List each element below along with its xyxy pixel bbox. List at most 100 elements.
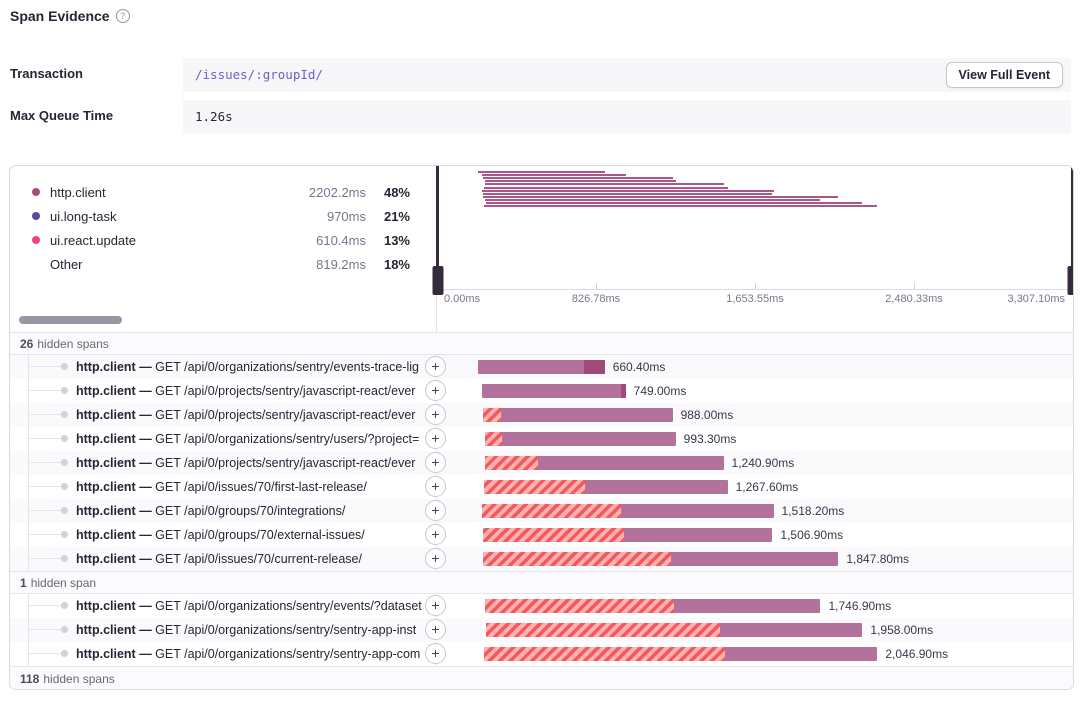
viewport-handle-right[interactable] bbox=[1071, 166, 1074, 289]
legend-duration: 970ms bbox=[286, 209, 366, 224]
expand-span-button[interactable]: + bbox=[425, 476, 446, 497]
span-bar[interactable] bbox=[482, 504, 774, 518]
span-description: GET /api/0/issues/70/current-release/ bbox=[155, 552, 362, 566]
minimap-span-bar bbox=[485, 180, 676, 182]
legend-name: Other bbox=[50, 257, 286, 272]
expand-span-button[interactable]: + bbox=[425, 619, 446, 640]
span-row-left: http.client — GET /api/0/projects/sentry… bbox=[10, 403, 437, 427]
expand-span-button[interactable]: + bbox=[425, 524, 446, 545]
span-op: http.client — bbox=[76, 384, 155, 398]
horizontal-scrollbar[interactable] bbox=[19, 316, 122, 324]
span-bar[interactable] bbox=[483, 408, 673, 422]
span-bar[interactable] bbox=[483, 552, 838, 566]
tree-connector-line bbox=[28, 390, 64, 391]
expand-span-button[interactable]: + bbox=[425, 428, 446, 449]
span-description: GET /api/0/organizations/sentry/users/?p… bbox=[155, 432, 419, 446]
expand-span-button[interactable]: + bbox=[425, 548, 446, 569]
viewport-handle-right-grip[interactable] bbox=[1067, 266, 1074, 295]
help-icon[interactable]: ? bbox=[116, 9, 130, 23]
minimap-span-bar bbox=[485, 199, 821, 201]
tree-node-dot-icon bbox=[61, 602, 68, 609]
span-bar[interactable] bbox=[484, 647, 878, 661]
minimap-bars[interactable] bbox=[437, 166, 1073, 289]
span-timeline-cell: 1,267.60ms bbox=[437, 475, 1073, 499]
legend-name: http.client bbox=[50, 185, 286, 200]
max-queue-time-label: Max Queue Time bbox=[10, 108, 113, 123]
span-title[interactable]: http.client — GET /api/0/organizations/s… bbox=[76, 642, 422, 666]
span-bar[interactable] bbox=[485, 599, 821, 613]
hidden-spans-row[interactable]: 26hidden spans bbox=[10, 332, 1073, 355]
hidden-spans-count: 26 bbox=[20, 337, 33, 351]
span-row: http.client — GET /api/0/organizations/s… bbox=[10, 642, 1073, 666]
queue-time-hatch bbox=[483, 528, 624, 542]
span-bar[interactable] bbox=[486, 623, 863, 637]
legend-dot-icon bbox=[32, 188, 40, 196]
minimap-span-bar bbox=[483, 193, 773, 195]
tree-guide-line bbox=[28, 547, 29, 571]
span-row: http.client — GET /api/0/projects/sentry… bbox=[10, 451, 1073, 475]
span-title[interactable]: http.client — GET /api/0/groups/70/exter… bbox=[76, 523, 422, 547]
legend-duration: 2202.2ms bbox=[286, 185, 366, 200]
hidden-spans-row[interactable]: 118hidden spans bbox=[10, 666, 1073, 690]
span-op: http.client — bbox=[76, 432, 155, 446]
tree-connector-line bbox=[28, 414, 64, 415]
span-title[interactable]: http.client — GET /api/0/groups/70/integ… bbox=[76, 499, 422, 523]
queue-time-hatch bbox=[483, 408, 501, 422]
span-op: http.client — bbox=[76, 552, 155, 566]
span-title[interactable]: http.client — GET /api/0/projects/sentry… bbox=[76, 451, 422, 475]
span-duration-label: 1,746.90ms bbox=[828, 594, 891, 618]
span-title[interactable]: http.client — GET /api/0/projects/sentry… bbox=[76, 403, 422, 427]
view-full-event-button[interactable]: View Full Event bbox=[946, 62, 1063, 88]
expand-span-button[interactable]: + bbox=[425, 643, 446, 664]
span-title[interactable]: http.client — GET /api/0/organizations/s… bbox=[76, 594, 422, 618]
span-title[interactable]: http.client — GET /api/0/issues/70/first… bbox=[76, 475, 422, 499]
span-timeline-cell: 1,240.90ms bbox=[437, 451, 1073, 475]
tree-connector-line bbox=[28, 605, 64, 606]
span-bar[interactable] bbox=[485, 432, 676, 446]
span-description: GET /api/0/projects/sentry/javascript-re… bbox=[155, 456, 415, 470]
hidden-spans-row[interactable]: 1hidden span bbox=[10, 571, 1073, 594]
legend-dot-icon bbox=[32, 236, 40, 244]
span-title[interactable]: http.client — GET /api/0/issues/70/curre… bbox=[76, 547, 422, 571]
span-title[interactable]: http.client — GET /api/0/organizations/s… bbox=[76, 355, 422, 379]
tree-connector-line bbox=[28, 366, 64, 367]
expand-span-button[interactable]: + bbox=[425, 452, 446, 473]
legend-percent: 48% bbox=[366, 185, 410, 200]
viewport-handle-left-grip[interactable] bbox=[432, 266, 443, 295]
span-timeline-cell: 988.00ms bbox=[437, 403, 1073, 427]
tree-guide-line bbox=[28, 475, 29, 499]
transaction-label: Transaction bbox=[10, 66, 83, 81]
span-title[interactable]: http.client — GET /api/0/organizations/s… bbox=[76, 427, 422, 451]
legend-duration: 819.2ms bbox=[286, 257, 366, 272]
span-op: http.client — bbox=[76, 599, 155, 613]
span-bar[interactable] bbox=[478, 360, 605, 374]
span-timeline-cell: 749.00ms bbox=[437, 379, 1073, 403]
span-bar[interactable] bbox=[485, 456, 724, 470]
axis-tick-label: 826.78ms bbox=[572, 293, 620, 305]
span-op: http.client — bbox=[76, 456, 155, 470]
expand-span-button[interactable]: + bbox=[425, 356, 446, 377]
expand-span-button[interactable]: + bbox=[425, 380, 446, 401]
span-waterfall-panel: http.client2202.2ms48%ui.long-task970ms2… bbox=[9, 165, 1074, 690]
span-bar[interactable] bbox=[484, 480, 728, 494]
queue-time-hatch bbox=[485, 456, 538, 470]
queue-time-hatch bbox=[482, 504, 621, 518]
span-title[interactable]: http.client — GET /api/0/organizations/s… bbox=[76, 618, 422, 642]
span-row-left: http.client — GET /api/0/issues/70/curre… bbox=[10, 547, 437, 571]
span-description: GET /api/0/groups/70/integrations/ bbox=[155, 504, 345, 518]
span-timeline-cell: 1,958.00ms bbox=[437, 618, 1073, 642]
span-bar[interactable] bbox=[482, 384, 626, 398]
transaction-value: /issues/:groupId/ bbox=[195, 67, 323, 82]
expand-span-button[interactable]: + bbox=[425, 500, 446, 521]
span-title[interactable]: http.client — GET /api/0/projects/sentry… bbox=[76, 379, 422, 403]
axis-tick-label: 3,307.10ms bbox=[1008, 293, 1065, 305]
minimap-span-bar bbox=[482, 174, 626, 176]
viewport-handle-left[interactable] bbox=[436, 166, 439, 289]
tree-connector-line bbox=[28, 558, 64, 559]
span-bar[interactable] bbox=[483, 528, 773, 542]
minimap-span-bar bbox=[482, 190, 774, 192]
expand-span-button[interactable]: + bbox=[425, 595, 446, 616]
span-timeline-cell: 1,746.90ms bbox=[437, 594, 1073, 618]
tree-node-dot-icon bbox=[61, 555, 68, 562]
expand-span-button[interactable]: + bbox=[425, 404, 446, 425]
